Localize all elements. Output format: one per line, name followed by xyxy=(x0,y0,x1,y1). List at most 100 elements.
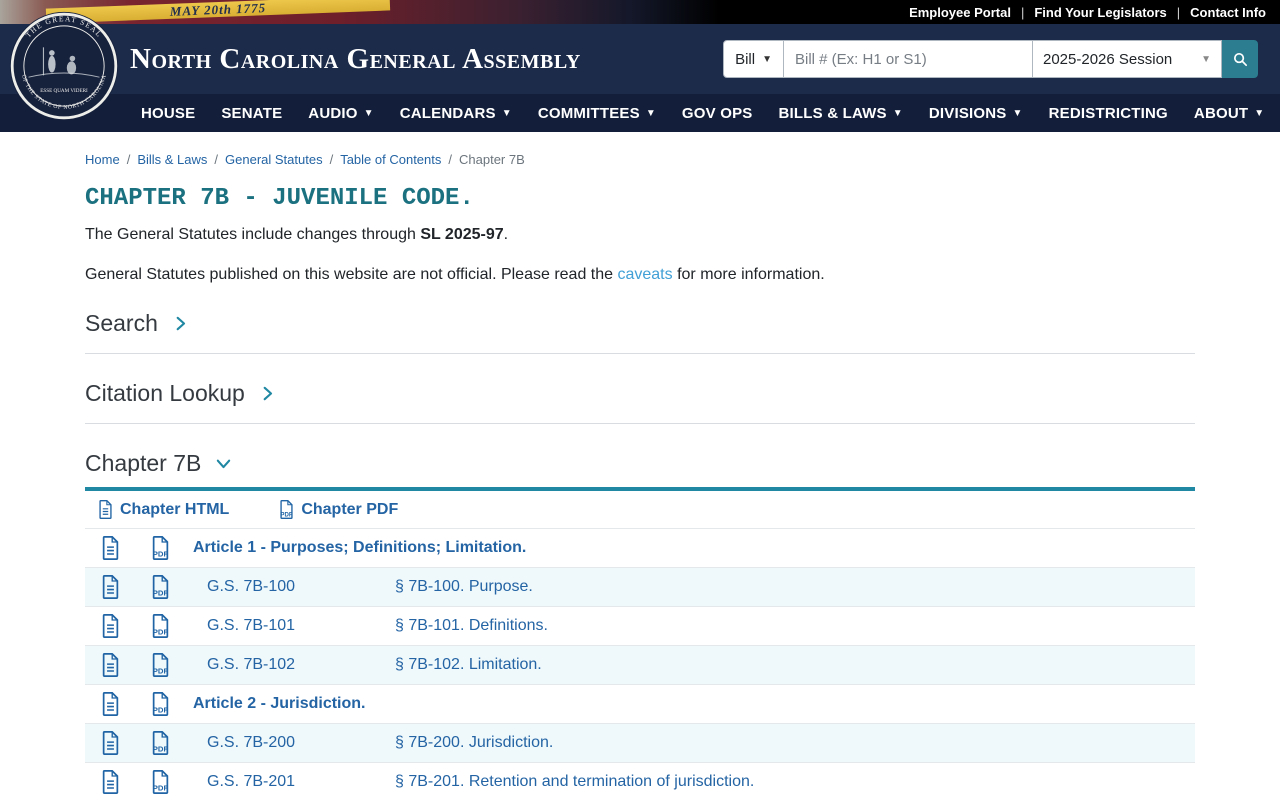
flag-ribbon-text: MAY 20th 1775 xyxy=(169,0,267,19)
search-section-toggle[interactable]: Search xyxy=(85,310,1195,337)
caveats-link[interactable]: caveats xyxy=(617,266,672,283)
article-row: Article 2 - Jurisdiction. xyxy=(85,684,1195,724)
pdf-file-icon[interactable] xyxy=(151,730,170,756)
html-file-icon[interactable] xyxy=(101,574,120,600)
separator: | xyxy=(1176,4,1181,20)
nav-item-label: AUDIO xyxy=(308,104,358,122)
divider xyxy=(85,353,1195,354)
nav-item-label: HOUSE xyxy=(141,104,196,122)
search-type-dropdown[interactable]: Bill ▼ xyxy=(723,40,784,78)
breadcrumb-item-home[interactable]: Home xyxy=(85,152,120,167)
statute-citation-link[interactable]: G.S. 7B-101 xyxy=(207,617,295,634)
chapter-pdf-link[interactable]: Chapter PDF xyxy=(279,500,398,519)
article-link[interactable]: Article 1 - Purposes; Definitions; Limit… xyxy=(193,539,526,556)
html-file-icon[interactable] xyxy=(101,769,120,795)
caret-down-icon: ▼ xyxy=(1201,53,1211,65)
disclaimer: General Statutes published on this websi… xyxy=(85,266,1195,284)
caret-down-icon: ▼ xyxy=(501,107,512,119)
nav-item-calendars[interactable]: CALENDARS ▼ xyxy=(387,105,525,122)
session-select[interactable]: 2025-2026 Session ▼ xyxy=(1033,40,1222,78)
nav-item-bills-laws[interactable]: BILLS & LAWS ▼ xyxy=(766,105,916,122)
intro-text-end: . xyxy=(503,226,509,243)
pdf-file-icon[interactable] xyxy=(151,691,170,717)
section-row: G.S. 7B-201 § 7B-201. Retention and termi… xyxy=(85,762,1195,800)
pdf-file-icon[interactable] xyxy=(151,535,170,561)
nav-item-senate[interactable]: SENATE xyxy=(208,105,295,122)
topbar-link-find-your-legislators[interactable]: Find Your Legislators xyxy=(1034,5,1166,20)
html-file-icon[interactable] xyxy=(101,730,120,756)
pdf-file-icon[interactable] xyxy=(151,574,170,600)
html-file-icon[interactable] xyxy=(101,652,120,678)
breadcrumb: Home / Bills & Laws / General Statutes / Table… xyxy=(85,152,1195,167)
seal-motto: ESSE QUAM VIDERI xyxy=(40,88,88,94)
breadcrumb-item-bills-laws[interactable]: Bills & Laws xyxy=(137,152,207,167)
pdf-file-icon[interactable] xyxy=(151,652,170,678)
nav-item-label: GOV OPS xyxy=(681,104,753,122)
search-button[interactable] xyxy=(1222,40,1258,78)
section-row: G.S. 7B-102 § 7B-102. Limitation. xyxy=(85,645,1195,685)
article-row: Article 1 - Purposes; Definitions; Limit… xyxy=(85,528,1195,568)
statute-title-link[interactable]: § 7B-201. Retention and termination of j… xyxy=(395,773,754,790)
statute-title-link[interactable]: § 7B-102. Limitation. xyxy=(395,656,542,673)
breadcrumb-item-general-statutes[interactable]: General Statutes xyxy=(225,152,323,167)
bill-number-input[interactable] xyxy=(784,40,1033,78)
pdf-file-icon[interactable] xyxy=(151,769,170,795)
chapter-html-link[interactable]: Chapter HTML xyxy=(98,500,229,519)
search-section: Search xyxy=(85,310,1195,354)
statute-citation-link[interactable]: G.S. 7B-200 xyxy=(207,734,295,751)
chapter-pdf-label: Chapter PDF xyxy=(301,500,399,518)
nav-item-label: REDISTRICTING xyxy=(1048,104,1168,122)
statute-citation-link[interactable]: G.S. 7B-102 xyxy=(207,656,295,673)
disclaimer-text-end: for more information. xyxy=(672,266,825,283)
topbar-link-employee-portal[interactable]: Employee Portal xyxy=(909,5,1011,20)
statute-title-link[interactable]: § 7B-200. Jurisdiction. xyxy=(395,734,553,751)
citation-lookup-toggle[interactable]: Citation Lookup xyxy=(85,380,1195,407)
table-header-row: Chapter HTML Chapter PDF xyxy=(85,489,1195,529)
nav-item-divisions[interactable]: DIVISIONS ▼ xyxy=(916,105,1036,122)
breadcrumb-separator: / xyxy=(448,152,453,167)
disclaimer-text: General Statutes published on this websi… xyxy=(85,266,618,283)
statute-citation-link[interactable]: G.S. 7B-201 xyxy=(207,773,295,790)
chevron-right-icon xyxy=(263,386,272,401)
html-file-icon[interactable] xyxy=(101,691,120,717)
statute-title-link[interactable]: § 7B-101. Definitions. xyxy=(395,617,548,634)
content-container: Home / Bills & Laws / General Statutes / Table… xyxy=(85,132,1195,800)
site-header: North Carolina General Assembly Bill ▼ 2… xyxy=(0,24,1280,94)
html-file-icon[interactable] xyxy=(101,613,120,639)
caret-down-icon: ▼ xyxy=(645,107,656,119)
html-file-icon xyxy=(99,500,112,519)
article-link[interactable]: Article 2 - Jurisdiction. xyxy=(193,695,365,712)
section-row: G.S. 7B-100 § 7B-100. Purpose. xyxy=(85,567,1195,607)
search-type-label: Bill xyxy=(735,50,756,68)
breadcrumb-separator: / xyxy=(126,152,131,167)
nav-item-audio[interactable]: AUDIO ▼ xyxy=(295,105,386,122)
nav-item-label: ABOUT xyxy=(1193,104,1249,122)
separator: | xyxy=(1020,4,1025,20)
main-nav: HOUSE SENATE AUDIO ▼ CALENDARS ▼ COMMITTEES ▼ GO… xyxy=(0,94,1280,132)
nav-item-about[interactable]: ABOUT ▼ xyxy=(1181,105,1277,122)
html-file-icon[interactable] xyxy=(101,535,120,561)
nav-item-gov-ops[interactable]: GOV OPS xyxy=(669,105,766,122)
pdf-file-icon[interactable] xyxy=(151,613,170,639)
section-row: G.S. 7B-101 § 7B-101. Definitions. xyxy=(85,606,1195,646)
chapter-section-toggle[interactable]: Chapter 7B xyxy=(85,450,1195,477)
nav-item-house[interactable]: HOUSE xyxy=(128,105,208,122)
citation-lookup-label: Citation Lookup xyxy=(85,380,245,406)
nav-item-redistricting[interactable]: REDISTRICTING xyxy=(1036,105,1181,122)
caret-down-icon: ▼ xyxy=(1012,107,1023,119)
page-title: CHAPTER 7B - JUVENILE CODE. xyxy=(85,185,474,212)
search-section-label: Search xyxy=(85,310,158,336)
topbar-link-contact-info[interactable]: Contact Info xyxy=(1190,5,1266,20)
nav-item-committees[interactable]: COMMITTEES ▼ xyxy=(525,105,669,122)
chapter-table-body: Chapter HTML Chapter PDF Article 1 - Pur… xyxy=(85,489,1195,800)
statute-title-link[interactable]: § 7B-100. Purpose. xyxy=(395,578,533,595)
nav-item-label: COMMITTEES xyxy=(537,104,640,122)
breadcrumb-separator: / xyxy=(214,152,219,167)
session-select-value: 2025-2026 Session xyxy=(1043,50,1173,68)
breadcrumb-item-chapter-7b: Chapter 7B xyxy=(459,152,525,167)
state-seal-logo: THE GREAT SEAL OF THE STATE OF NORTH CAR… xyxy=(9,11,119,121)
chapter-html-label: Chapter HTML xyxy=(120,500,230,518)
breadcrumb-separator: / xyxy=(329,152,334,167)
statute-citation-link[interactable]: G.S. 7B-100 xyxy=(207,578,295,595)
breadcrumb-item-table-of-contents[interactable]: Table of Contents xyxy=(340,152,441,167)
